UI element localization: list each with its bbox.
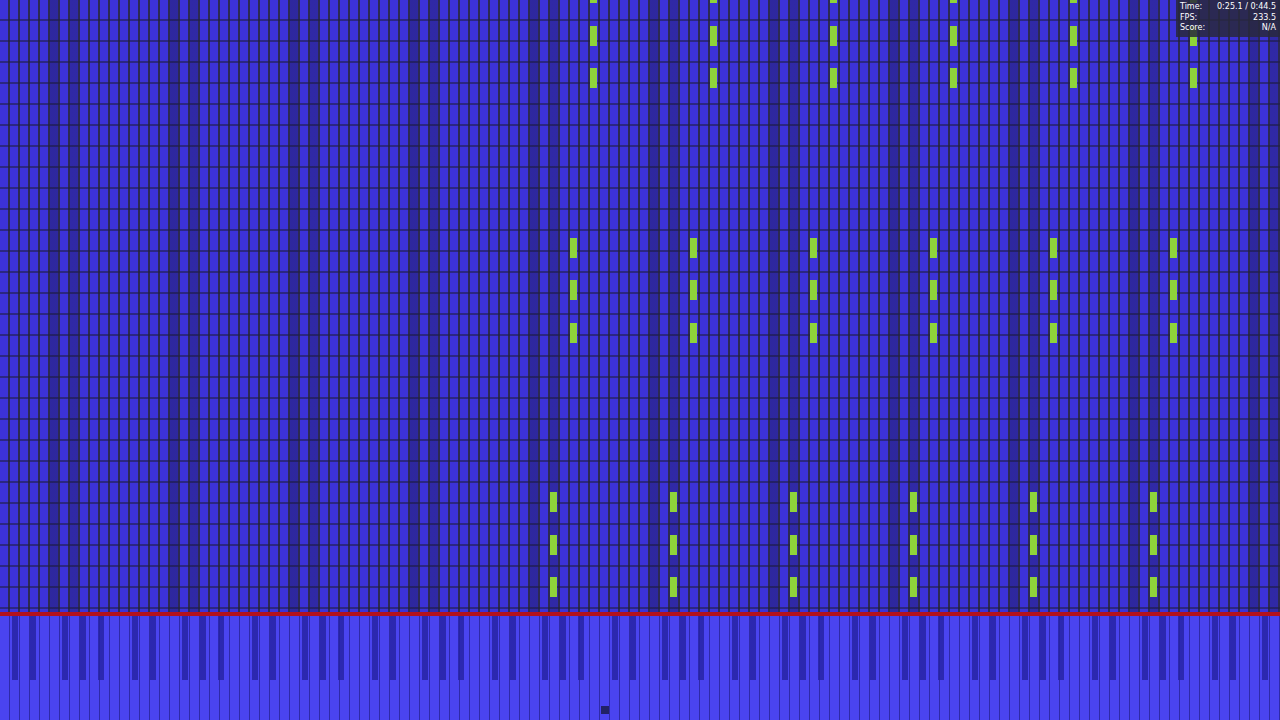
highlighted-note <box>830 68 837 88</box>
highlighted-note <box>910 535 917 555</box>
highlighted-note <box>950 68 957 88</box>
highlighted-note <box>810 323 817 343</box>
highlighted-note <box>1070 68 1077 88</box>
highlighted-note <box>710 0 717 3</box>
highlighted-note <box>1050 280 1057 300</box>
highlighted-note <box>830 0 837 3</box>
note-roll <box>0 0 1280 612</box>
highlighted-note <box>570 323 577 343</box>
highlighted-note <box>590 26 597 46</box>
stats-overlay: Time: 0:25.1 / 0:44.5 FPS: 233.5 Score: N/A <box>1176 0 1280 37</box>
stat-row: FPS: 233.5 <box>1180 13 1276 24</box>
highlighted-note <box>590 68 597 88</box>
highlighted-note <box>1030 577 1037 597</box>
highlighted-note <box>550 492 557 512</box>
midi-visualizer: Time: 0:25.1 / 0:44.5 FPS: 233.5 Score: N/A <box>0 0 1280 720</box>
highlighted-note <box>1070 26 1077 46</box>
highlighted-note <box>1050 323 1057 343</box>
highlighted-note <box>810 280 817 300</box>
stat-row: Time: 0:25.1 / 0:44.5 <box>1180 2 1276 13</box>
highlighted-note <box>1170 280 1177 300</box>
highlighted-note <box>570 280 577 300</box>
highlighted-note <box>950 0 957 3</box>
highlighted-note <box>1150 535 1157 555</box>
position-marker <box>601 706 609 714</box>
highlighted-note <box>910 577 917 597</box>
highlighted-note <box>1170 238 1177 258</box>
highlighted-note <box>830 26 837 46</box>
highlighted-note <box>930 238 937 258</box>
highlighted-note <box>690 238 697 258</box>
highlighted-note <box>1070 0 1077 3</box>
highlighted-note <box>1170 323 1177 343</box>
stat-label: Time: <box>1180 2 1202 13</box>
highlighted-note <box>710 26 717 46</box>
highlighted-note <box>1030 535 1037 555</box>
highlighted-note <box>670 577 677 597</box>
highlighted-note <box>790 577 797 597</box>
highlighted-note <box>810 238 817 258</box>
stat-label: Score: <box>1180 23 1205 34</box>
highlighted-note <box>690 280 697 300</box>
stat-value: 0:25.1 / 0:44.5 <box>1217 2 1276 13</box>
highlighted-note <box>550 577 557 597</box>
highlighted-note <box>1150 492 1157 512</box>
highlighted-note <box>590 0 597 3</box>
highlighted-note <box>950 26 957 46</box>
highlighted-note <box>1050 238 1057 258</box>
highlighted-note <box>570 238 577 258</box>
stat-value: 233.5 <box>1253 13 1276 24</box>
highlighted-note <box>930 280 937 300</box>
highlighted-note <box>670 535 677 555</box>
highlighted-note <box>550 535 557 555</box>
highlighted-note <box>1150 577 1157 597</box>
highlighted-note <box>790 492 797 512</box>
stat-value: N/A <box>1262 23 1276 34</box>
highlighted-note <box>910 492 917 512</box>
highlighted-note <box>1030 492 1037 512</box>
highlighted-note <box>710 68 717 88</box>
stat-row: Score: N/A <box>1180 23 1276 34</box>
highlighted-note <box>930 323 937 343</box>
piano-keyboard[interactable] <box>0 616 1280 720</box>
highlighted-note <box>670 492 677 512</box>
highlighted-note <box>690 323 697 343</box>
highlighted-note <box>790 535 797 555</box>
highlighted-note <box>1190 68 1197 88</box>
stat-label: FPS: <box>1180 13 1197 24</box>
